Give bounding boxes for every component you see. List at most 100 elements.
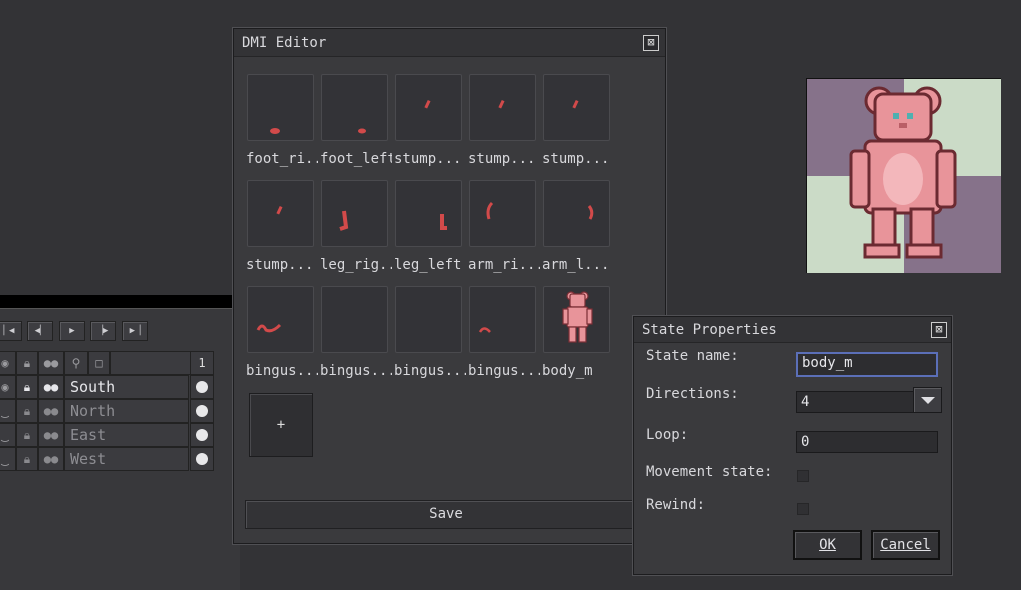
prev-frame-icon[interactable]: ◀▏ bbox=[27, 321, 53, 341]
continuous-icon[interactable]: ●● bbox=[38, 375, 64, 399]
eye-closed-icon[interactable]: ‿ bbox=[0, 399, 16, 423]
layer-name[interactable]: West bbox=[64, 447, 189, 471]
leg-right-sprite bbox=[339, 210, 349, 231]
state-label: stump... bbox=[246, 257, 314, 273]
movement-state-checkbox[interactable] bbox=[797, 470, 809, 482]
link-icon[interactable]: ⚲ bbox=[64, 351, 88, 375]
state-label: body_m bbox=[542, 363, 593, 379]
state-label: bingus... bbox=[320, 363, 392, 379]
eye-closed-icon[interactable]: ‿ bbox=[0, 423, 16, 447]
layer-name[interactable]: East bbox=[64, 423, 189, 447]
last-frame-icon[interactable]: ▶▕ bbox=[122, 321, 148, 341]
state-thumbnail[interactable] bbox=[469, 74, 536, 141]
cel-dot[interactable] bbox=[196, 453, 208, 465]
eye-icon[interactable]: ◉ bbox=[0, 375, 16, 399]
state-thumbnail[interactable] bbox=[543, 180, 610, 247]
close-icon[interactable]: ⊠ bbox=[931, 322, 947, 338]
state-thumbnail[interactable] bbox=[321, 74, 388, 141]
rewind-label: Rewind: bbox=[646, 497, 706, 513]
foot-right-sprite bbox=[270, 128, 280, 134]
loop-label: Loop: bbox=[646, 427, 689, 443]
lock-icon[interactable]: 🔒︎ bbox=[16, 351, 38, 375]
dmi-editor-window: DMI Editor ⊠ foot_ri...foot_leftstump...… bbox=[233, 28, 666, 544]
stump-sprite bbox=[572, 99, 579, 109]
continuous-icon[interactable]: ●● bbox=[38, 351, 64, 375]
cel-dot[interactable] bbox=[196, 429, 208, 441]
state-thumbnail[interactable] bbox=[469, 180, 536, 247]
frame-toggle-icon[interactable]: □ bbox=[88, 351, 110, 375]
state-label: foot_ri... bbox=[246, 151, 318, 167]
dmi-editor-titlebar[interactable]: DMI Editor ⊠ bbox=[234, 29, 665, 57]
tail-small-sprite bbox=[478, 327, 491, 333]
chevron-down-icon[interactable] bbox=[913, 387, 942, 413]
cel-dot[interactable] bbox=[196, 381, 208, 393]
state-thumbnail[interactable] bbox=[321, 286, 388, 353]
stump-sprite bbox=[498, 99, 505, 109]
leg-left-sprite bbox=[440, 214, 447, 230]
state-properties-dialog: State Properties ⊠ State name: body_m Di… bbox=[633, 316, 952, 575]
foot-left-sprite bbox=[358, 128, 366, 134]
header-spacer bbox=[110, 351, 190, 375]
loop-input[interactable]: 0 bbox=[796, 431, 938, 453]
empty-sprite bbox=[322, 287, 389, 354]
timeline-divider bbox=[0, 295, 240, 308]
state-properties-titlebar[interactable]: State Properties ⊠ bbox=[634, 317, 951, 343]
body-sprite bbox=[562, 291, 593, 343]
state-thumbnail[interactable] bbox=[543, 286, 610, 353]
layer-name[interactable]: South bbox=[64, 375, 189, 399]
state-label: bingus... bbox=[246, 363, 318, 379]
state-thumbnail[interactable] bbox=[395, 180, 462, 247]
state-label: leg_left bbox=[394, 257, 462, 273]
layer-row[interactable]: ‿ 🔒︎ ●● North bbox=[0, 399, 216, 423]
layer-row[interactable]: ‿ 🔒︎ ●● East bbox=[0, 423, 216, 447]
cancel-button[interactable]: Cancel bbox=[871, 530, 940, 560]
close-icon[interactable]: ⊠ bbox=[643, 35, 659, 51]
layer-row[interactable]: ‿ 🔒︎ ●● West bbox=[0, 447, 216, 471]
frame-number[interactable]: 1 bbox=[190, 351, 214, 375]
first-frame-icon[interactable]: ▏◀ bbox=[0, 321, 22, 341]
state-thumbnail[interactable] bbox=[543, 74, 610, 141]
timeline-panel: ▏◀ ◀▏ ▶ ▕▶ ▶▕ ◉ 🔒︎ ●● ⚲ □ 1 ◉ 🔒︎ ●● South ‿ 🔒… bbox=[0, 308, 240, 590]
state-thumbnail[interactable] bbox=[321, 180, 388, 247]
lock-icon[interactable]: 🔒︎ bbox=[16, 423, 38, 447]
window-title: DMI Editor bbox=[242, 35, 327, 51]
visibility-icon[interactable]: ◉ bbox=[0, 351, 16, 375]
state-thumbnail[interactable] bbox=[247, 286, 314, 353]
next-frame-icon[interactable]: ▕▶ bbox=[90, 321, 116, 341]
eye-closed-icon[interactable]: ‿ bbox=[0, 447, 16, 471]
state-name-input[interactable]: body_m bbox=[796, 352, 938, 377]
lock-icon[interactable]: 🔒︎ bbox=[16, 399, 38, 423]
state-thumbnail[interactable] bbox=[395, 74, 462, 141]
state-thumbnail[interactable] bbox=[247, 74, 314, 141]
empty-sprite bbox=[396, 287, 463, 354]
sprite-preview bbox=[806, 78, 1001, 273]
save-button[interactable]: Save bbox=[245, 500, 647, 529]
directions-select[interactable]: 4 bbox=[796, 391, 914, 413]
play-icon[interactable]: ▶ bbox=[59, 321, 85, 341]
continuous-icon[interactable]: ●● bbox=[38, 423, 64, 447]
state-label: foot_left bbox=[320, 151, 392, 167]
ok-button[interactable]: OK bbox=[793, 530, 862, 560]
stump-sprite bbox=[276, 205, 283, 215]
layer-name[interactable]: North bbox=[64, 399, 189, 423]
layer-header-row: ◉ 🔒︎ ●● ⚲ □ 1 bbox=[0, 351, 216, 375]
state-thumbnail[interactable] bbox=[469, 286, 536, 353]
add-state-button[interactable]: + bbox=[249, 393, 313, 457]
state-label: arm_l... bbox=[542, 257, 610, 273]
state-thumbnail[interactable] bbox=[247, 180, 314, 247]
lock-icon[interactable]: 🔒︎ bbox=[16, 447, 38, 471]
state-name-label: State name: bbox=[646, 348, 739, 364]
cel-dot[interactable] bbox=[196, 405, 208, 417]
state-label: stump... bbox=[394, 151, 462, 167]
directions-label: Directions: bbox=[646, 386, 739, 402]
dialog-title: State Properties bbox=[642, 322, 777, 338]
continuous-icon[interactable]: ●● bbox=[38, 399, 64, 423]
state-label: stump... bbox=[468, 151, 536, 167]
lock-icon[interactable]: 🔒︎ bbox=[16, 375, 38, 399]
rewind-checkbox[interactable] bbox=[797, 503, 809, 515]
layer-row[interactable]: ◉ 🔒︎ ●● South bbox=[0, 375, 216, 399]
state-thumbnail[interactable] bbox=[395, 286, 462, 353]
continuous-icon[interactable]: ●● bbox=[38, 447, 64, 471]
state-label: bingus... bbox=[394, 363, 466, 379]
arm-left-sprite bbox=[587, 205, 594, 220]
